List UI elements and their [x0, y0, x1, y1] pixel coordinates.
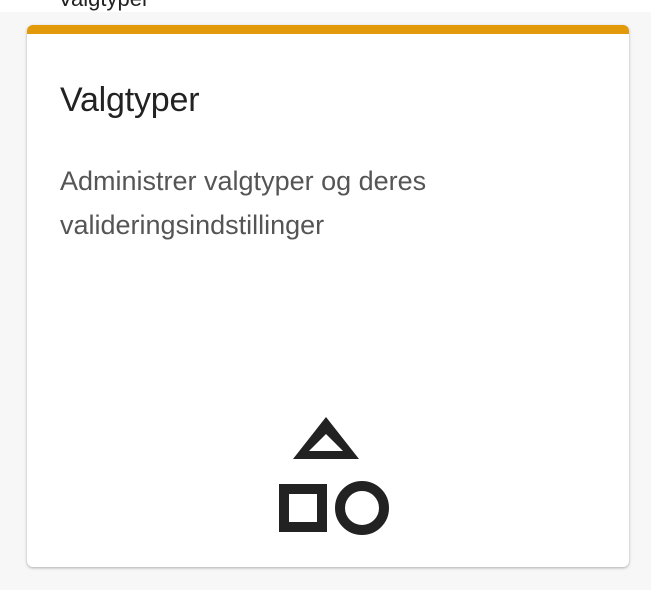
card-accent-bar — [27, 25, 629, 34]
page-top-fragment: Valgtyper — [0, 0, 651, 12]
page-top-fragment-label: Valgtyper — [58, 0, 149, 12]
card-description: Administrer valgtyper og deres validerin… — [60, 166, 427, 240]
shapes-icon — [276, 417, 392, 537]
page: Valgtyper Valgtyper Administrer valgtype… — [0, 0, 651, 590]
valgtyper-card[interactable]: Valgtyper Administrer valgtyper og deres… — [27, 25, 629, 567]
card-title: Valgtyper — [60, 81, 200, 119]
